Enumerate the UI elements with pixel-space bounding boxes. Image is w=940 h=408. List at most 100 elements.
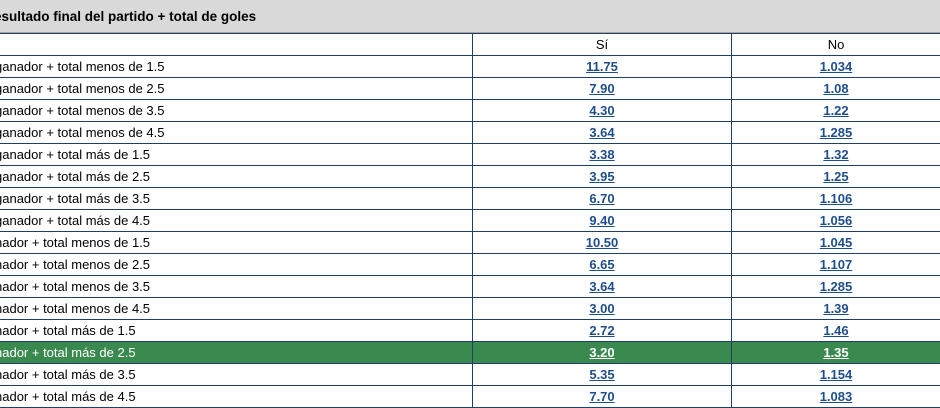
odds-link-no[interactable]: 1.045 xyxy=(820,235,853,250)
odds-link-yes[interactable]: 6.65 xyxy=(589,257,614,272)
odds-cell-no[interactable]: 1.285 xyxy=(732,276,940,298)
odds-row: nador + total más de 3.55.351.154 xyxy=(0,364,940,386)
odds-link-yes[interactable]: 3.95 xyxy=(589,169,614,184)
odds-cell-yes[interactable]: 10.50 xyxy=(473,232,732,254)
odds-row: nador + total menos de 2.5 6.65 1.107 xyxy=(0,254,940,276)
odds-link-no[interactable]: 1.034 xyxy=(820,59,853,74)
selection-label: ganador + total más de 3.5 xyxy=(0,188,473,210)
odds-row: nador + total menos de 1.5 10.50 1.045 xyxy=(0,232,940,254)
market-title: esultado final del partido + total de go… xyxy=(0,0,940,33)
odds-cell-no[interactable]: 1.08 xyxy=(732,78,940,100)
column-header-row: Sí No xyxy=(0,34,940,56)
selection-label: nador + total menos de 3.5 xyxy=(0,276,473,298)
odds-link-no[interactable]: 1.22 xyxy=(823,103,848,118)
odds-cell-no[interactable]: 1.35 xyxy=(732,342,940,364)
odds-cell-no[interactable]: 1.39 xyxy=(732,298,940,320)
odds-cell-yes[interactable]: 2.72 xyxy=(473,320,732,342)
odds-link-no[interactable]: 1.46 xyxy=(823,323,848,338)
odds-cell-no[interactable]: 1.107 xyxy=(732,254,940,276)
odds-link-yes[interactable]: 10.50 xyxy=(586,235,619,250)
odds-row: ganador + total menos de 3.5 4.30 1.22 xyxy=(0,100,940,122)
odds-link-no[interactable]: 1.25 xyxy=(823,169,848,184)
odds-cell-no[interactable]: 1.46 xyxy=(732,320,940,342)
odds-row: ganador + total más de 4.5 9.40 1.056 xyxy=(0,210,940,232)
selection-label: ganador + total menos de 2.5 xyxy=(0,78,473,100)
market-panel: esultado final del partido + total de go… xyxy=(0,0,940,400)
odds-link-no[interactable]: 1.106 xyxy=(820,191,853,206)
odds-link-no[interactable]: 1.35 xyxy=(823,345,848,360)
odds-link-yes[interactable]: 3.20 xyxy=(589,345,614,360)
odds-link-no[interactable]: 1.08 xyxy=(823,81,848,96)
odds-row: ganador + total menos de 1.5 11.75 1.034 xyxy=(0,56,940,78)
odds-row: ganador + total más de 1.5 3.38 1.32 xyxy=(0,144,940,166)
selection-label: ganador + total más de 4.5 xyxy=(0,210,473,232)
odds-link-no[interactable]: 1.285 xyxy=(820,125,853,140)
odds-cell-yes[interactable]: 4.30 xyxy=(473,100,732,122)
odds-cell-yes[interactable]: 3.64 xyxy=(473,122,732,144)
selection-label: ganador + total más de 1.5 xyxy=(0,144,473,166)
odds-link-no[interactable]: 1.107 xyxy=(820,257,853,272)
odds-cell-yes[interactable]: 11.75 xyxy=(473,56,732,78)
odds-cell-yes[interactable]: 6.70 xyxy=(473,188,732,210)
selection-label: nador + total más de 4.5 xyxy=(0,386,473,408)
odds-link-no[interactable]: 1.285 xyxy=(820,279,853,294)
odds-cell-yes[interactable]: 7.90 xyxy=(473,78,732,100)
odds-link-no[interactable]: 1.32 xyxy=(823,147,848,162)
odds-cell-yes[interactable]: 3.20 xyxy=(473,342,732,364)
odds-row: nador + total más de 1.5 2.72 1.46 xyxy=(0,320,940,342)
odds-cell-no[interactable]: 1.083 xyxy=(732,386,940,408)
selection-label: nador + total menos de 2.5 xyxy=(0,254,473,276)
odds-cell-no[interactable]: 1.22 xyxy=(732,100,940,122)
odds-cell-yes[interactable]: 3.00 xyxy=(473,298,732,320)
odds-cell-no[interactable]: 1.285 xyxy=(732,122,940,144)
odds-link-no[interactable]: 1.056 xyxy=(820,213,853,228)
odds-link-yes[interactable]: 9.40 xyxy=(589,213,614,228)
odds-cell-yes[interactable]: 5.35 xyxy=(473,364,732,386)
odds-cell-no[interactable]: 1.25 xyxy=(732,166,940,188)
odds-cell-no[interactable]: 1.056 xyxy=(732,210,940,232)
odds-row: ganador + total más de 2.5 3.95 1.25 xyxy=(0,166,940,188)
odds-cell-no[interactable]: 1.154 xyxy=(732,364,940,386)
odds-cell-no[interactable]: 1.045 xyxy=(732,232,940,254)
odds-link-no[interactable]: 1.39 xyxy=(823,301,848,316)
odds-link-yes[interactable]: 3.00 xyxy=(589,301,614,316)
odds-row: ganador + total menos de 4.5 3.64 1.285 xyxy=(0,122,940,144)
odds-cell-yes[interactable]: 7.70 xyxy=(473,386,732,408)
column-header-yes: Sí xyxy=(473,34,732,56)
odds-cell-yes[interactable]: 3.38 xyxy=(473,144,732,166)
odds-row: nador + total menos de 3.5 3.64 1.285 xyxy=(0,276,940,298)
odds-cell-yes[interactable]: 3.95 xyxy=(473,166,732,188)
odds-cell-yes[interactable]: 3.64 xyxy=(473,276,732,298)
odds-link-yes[interactable]: 5.35 xyxy=(589,367,614,382)
odds-link-no[interactable]: 1.083 xyxy=(820,389,853,404)
odds-link-yes[interactable]: 3.38 xyxy=(589,147,614,162)
odds-row: nador + total más de 4.5 7.70 1.083 xyxy=(0,386,940,408)
odds-cell-no[interactable]: 1.034 xyxy=(732,56,940,78)
odds-row: ganador + total más de 3.5 6.70 1.106 xyxy=(0,188,940,210)
odds-link-yes[interactable]: 3.64 xyxy=(589,125,614,140)
odds-link-yes[interactable]: 7.70 xyxy=(589,389,614,404)
odds-cell-no[interactable]: 1.32 xyxy=(732,144,940,166)
odds-row: ganador + total menos de 2.5 7.90 1.08 xyxy=(0,78,940,100)
odds-link-yes[interactable]: 2.72 xyxy=(589,323,614,338)
column-header-selection xyxy=(0,34,473,56)
selection-label: nador + total menos de 4.5 xyxy=(0,298,473,320)
odds-cell-no[interactable]: 1.106 xyxy=(732,188,940,210)
odds-link-yes[interactable]: 4.30 xyxy=(589,103,614,118)
odds-cell-yes[interactable]: 6.65 xyxy=(473,254,732,276)
selection-label: ganador + total menos de 3.5 xyxy=(0,100,473,122)
selection-label: nador + total más de 1.5 xyxy=(0,320,473,342)
odds-link-yes[interactable]: 6.70 xyxy=(589,191,614,206)
odds-table: Sí No ganador + total menos de 1.5 11.75 1… xyxy=(0,33,940,408)
odds-link-no[interactable]: 1.154 xyxy=(820,367,853,382)
odds-cell-yes[interactable]: 9.40 xyxy=(473,210,732,232)
odds-link-yes[interactable]: 3.64 xyxy=(589,279,614,294)
odds-link-yes[interactable]: 11.75 xyxy=(586,59,618,74)
selection-label: ganador + total más de 2.5 xyxy=(0,166,473,188)
odds-row: nador + total menos de 4.5 3.00 1.39 xyxy=(0,298,940,320)
selection-label: ganador + total menos de 4.5 xyxy=(0,122,473,144)
odds-link-yes[interactable]: 7.90 xyxy=(589,81,614,96)
odds-row: nador + total más de 2.53.201.35 xyxy=(0,342,940,364)
selection-label: nador + total menos de 1.5 xyxy=(0,232,473,254)
selection-label: ganador + total menos de 1.5 xyxy=(0,56,473,78)
